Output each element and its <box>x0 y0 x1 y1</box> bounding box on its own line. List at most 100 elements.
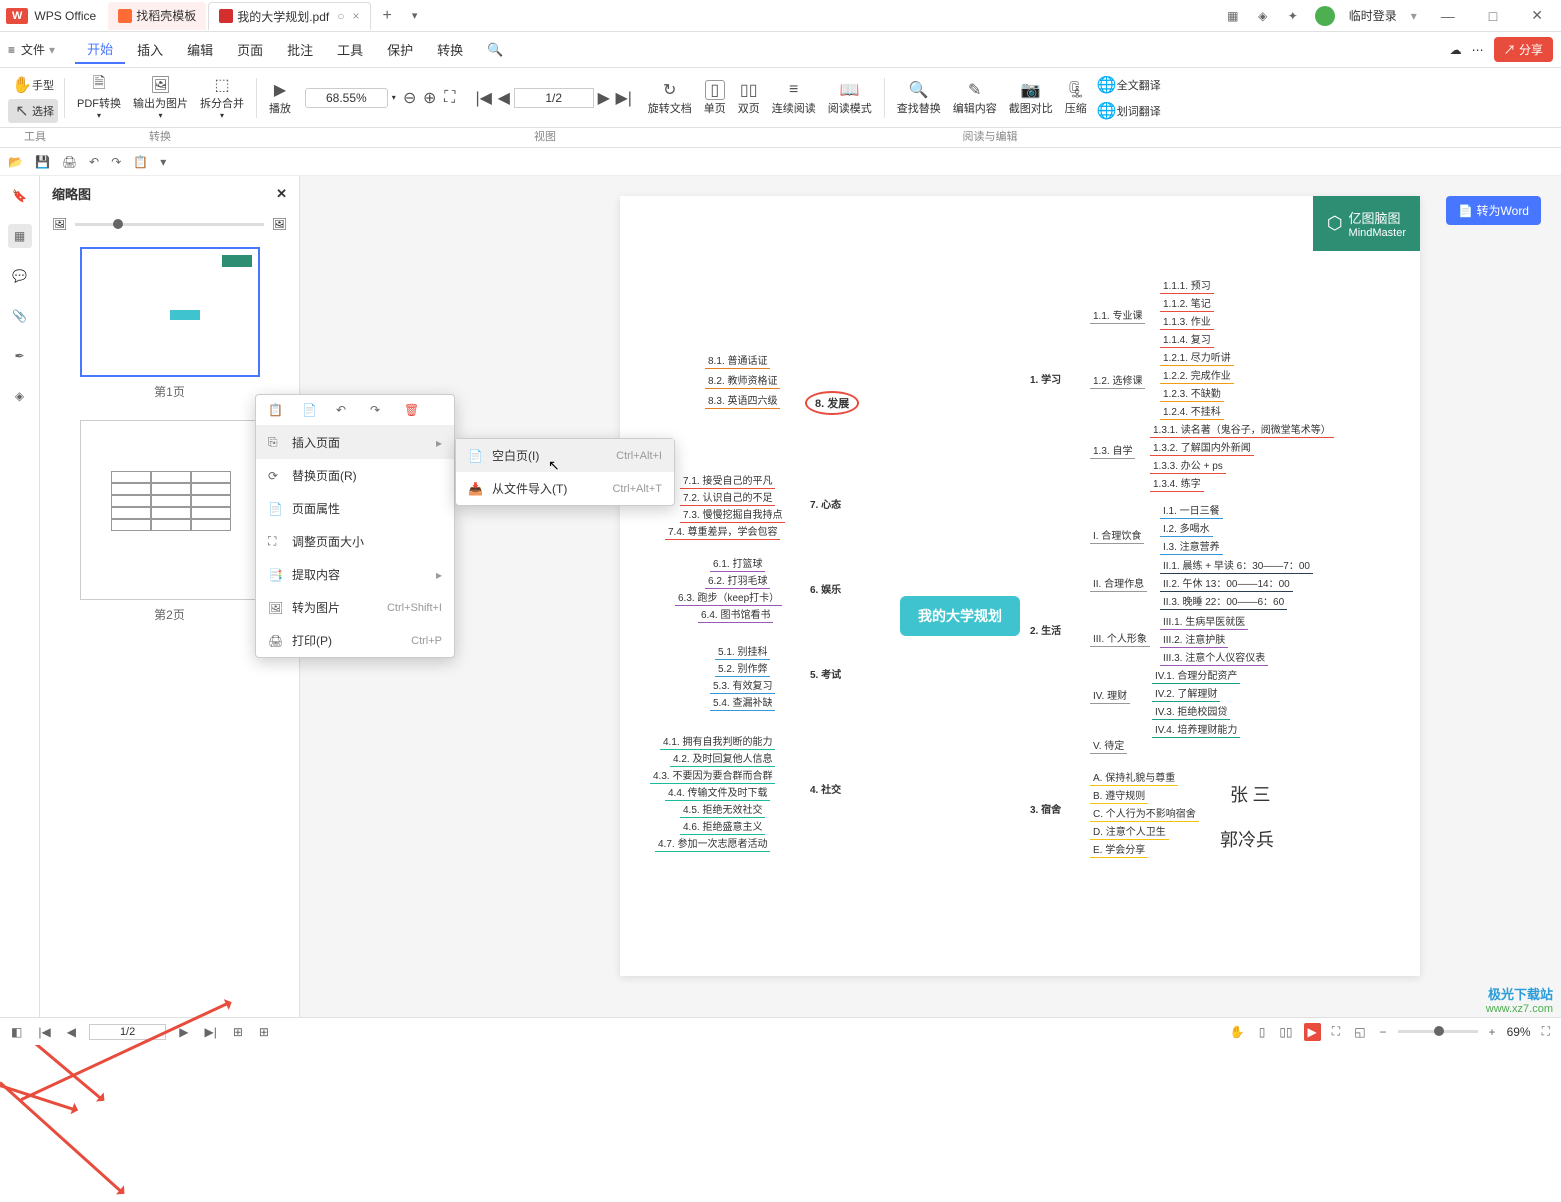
more-icon[interactable]: ⋯ <box>1472 43 1484 57</box>
full-translate-button[interactable]: 🌐全文翻译 <box>1093 73 1165 97</box>
ctx-page-properties[interactable]: 📄页面属性 <box>256 492 454 525</box>
last-page-icon[interactable]: ▶| <box>614 88 634 108</box>
panel-toggle-icon[interactable]: ◧ <box>8 1025 25 1039</box>
compress-button[interactable]: 🗜压缩 <box>1059 78 1093 118</box>
rotate-right-icon[interactable]: ↷ <box>370 403 386 417</box>
ctx-to-image[interactable]: 🖼转为图片Ctrl+Shift+I <box>256 591 454 624</box>
add-page-icon[interactable]: ⊞ <box>256 1025 272 1039</box>
thumbnail-page-1[interactable]: 第1页 <box>80 247 260 400</box>
more-icon[interactable]: ▾ <box>160 155 166 169</box>
rotate-left-icon[interactable]: ↶ <box>336 403 352 417</box>
close-icon[interactable]: × <box>352 9 359 23</box>
zoom-out-icon[interactable]: 🖼 <box>52 217 67 231</box>
layers-icon[interactable]: ◈ <box>8 384 32 408</box>
ctx-insert-page[interactable]: ⎘插入页面▸ <box>256 426 454 459</box>
menu-start[interactable]: 开始 <box>75 35 125 64</box>
avatar[interactable] <box>1315 6 1335 26</box>
fit-icon[interactable]: ◱ <box>1351 1025 1368 1039</box>
menu-page[interactable]: 页面 <box>225 36 275 63</box>
fullscreen-icon[interactable]: ⛶ <box>1539 1024 1553 1039</box>
fit-icon[interactable]: ⛶ <box>1329 1024 1343 1039</box>
copy-icon[interactable]: 📋 <box>268 403 284 417</box>
login-status[interactable]: 临时登录 <box>1349 7 1397 24</box>
zoom-in-icon[interactable]: + <box>1486 1025 1499 1039</box>
play-icon[interactable]: ▶ <box>1304 1023 1321 1041</box>
bookmark-icon[interactable]: 🔖 <box>8 184 32 208</box>
thumbnails-icon[interactable]: ▦ <box>8 224 32 248</box>
menu-protect[interactable]: 保护 <box>375 36 425 63</box>
double-page-button[interactable]: ▯▯双页 <box>732 78 766 118</box>
thumb-zoom-slider[interactable] <box>75 223 264 226</box>
continuous-button[interactable]: ≡连续阅读 <box>766 78 822 118</box>
share-button[interactable]: ↗ 分享 <box>1494 37 1553 62</box>
search-icon[interactable]: 🔍 <box>475 38 515 62</box>
open-icon[interactable]: 📂 <box>8 155 23 169</box>
rotate-button[interactable]: ↻旋转文档 <box>642 78 698 118</box>
fit-icon[interactable]: ⛶ <box>440 88 460 108</box>
redo-icon[interactable]: ↷ <box>111 155 121 169</box>
print-icon[interactable]: 🖨 <box>62 155 77 169</box>
paste-icon[interactable]: 📄 <box>302 403 318 417</box>
delete-icon[interactable]: 🗑 <box>404 403 420 417</box>
minimize-button[interactable]: — <box>1431 8 1465 24</box>
thumb-image[interactable] <box>80 247 260 377</box>
readmode-button[interactable]: 📖阅读模式 <box>822 78 878 118</box>
screenshot-button[interactable]: 📷截图对比 <box>1003 78 1059 118</box>
cube-icon[interactable]: ◈ <box>1255 8 1271 24</box>
add-page-icon[interactable]: ⊞ <box>230 1025 246 1039</box>
menu-convert[interactable]: 转换 <box>425 36 475 63</box>
attachments-icon[interactable]: 📎 <box>8 304 32 328</box>
new-tab-button[interactable]: + <box>373 7 402 25</box>
submenu-blank-page[interactable]: 📄空白页(I)Ctrl+Alt+I <box>456 439 674 472</box>
ctx-print[interactable]: 🖨打印(P)Ctrl+P <box>256 624 454 657</box>
zoom-out-icon[interactable]: − <box>1377 1025 1390 1039</box>
prev-page-icon[interactable]: ◀ <box>494 88 514 108</box>
zoom-slider[interactable] <box>1398 1030 1478 1033</box>
find-replace-button[interactable]: 🔍查找替换 <box>891 78 947 118</box>
submenu-import-file[interactable]: 📥从文件导入(T)Ctrl+Alt+T <box>456 472 674 505</box>
hand-icon[interactable]: ✋ <box>1227 1025 1248 1039</box>
pdf-convert-button[interactable]: 🗎PDF转换▾ <box>71 73 127 122</box>
document-viewer[interactable]: 📄 转为Word ⬡亿图脑图MindMaster 我的大学规划 8. 发展 8.… <box>300 176 1561 1021</box>
menu-annotate[interactable]: 批注 <box>275 36 325 63</box>
signature-icon[interactable]: ✒ <box>8 344 32 368</box>
save-icon[interactable]: 💾 <box>35 155 50 169</box>
first-page-icon[interactable]: |◀ <box>474 88 494 108</box>
menu-insert[interactable]: 插入 <box>125 36 175 63</box>
thumb-image[interactable] <box>80 420 260 600</box>
export-image-button[interactable]: 🖼输出为图片▾ <box>127 73 194 122</box>
zoom-level[interactable]: 68.55% <box>305 88 388 108</box>
page-indicator[interactable]: 1/2 <box>514 88 594 108</box>
single-page-button[interactable]: ▯单页 <box>698 78 732 118</box>
tab-menu-button[interactable]: ▾ <box>402 9 428 22</box>
file-menu[interactable]: 文件▾ <box>21 41 55 58</box>
close-icon[interactable]: ✕ <box>276 186 287 202</box>
undo-icon[interactable]: ↶ <box>89 155 99 169</box>
grid-icon[interactable]: ▦ <box>1225 8 1241 24</box>
zoom-out-icon[interactable]: ⊖ <box>400 88 420 108</box>
next-page-icon[interactable]: ▶ <box>594 88 614 108</box>
ctx-replace-page[interactable]: ⟳替换页面(R) <box>256 459 454 492</box>
menu-icon[interactable]: ≡ <box>8 43 15 57</box>
ctx-resize-page[interactable]: ⛶调整页面大小 <box>256 525 454 558</box>
tab-template[interactable]: 找稻壳模板 <box>108 2 206 30</box>
word-translate-button[interactable]: 🌐划词翻译 <box>1093 99 1165 123</box>
view-mode-icon[interactable]: ▯ <box>1256 1025 1269 1039</box>
view-mode-icon[interactable]: ▯▯ <box>1276 1025 1295 1039</box>
select-tool[interactable]: ↖选择 <box>8 99 58 123</box>
hand-tool[interactable]: ✋手型 <box>8 73 58 97</box>
last-page-icon[interactable]: ▶| <box>201 1025 219 1039</box>
maximize-button[interactable]: □ <box>1479 8 1507 24</box>
thumbnail-page-2[interactable]: 第2页 <box>80 420 260 623</box>
cloud-icon[interactable]: ☁ <box>1450 43 1462 57</box>
comments-icon[interactable]: 💬 <box>8 264 32 288</box>
paste-icon[interactable]: 📋 <box>133 155 148 169</box>
menu-edit[interactable]: 编辑 <box>175 36 225 63</box>
close-button[interactable]: ✕ <box>1521 7 1553 24</box>
split-merge-button[interactable]: ⬚拆分合并▾ <box>194 73 250 122</box>
pin-icon[interactable]: ○ <box>337 9 344 23</box>
zoom-in-icon[interactable]: ⊕ <box>420 88 440 108</box>
prev-page-icon[interactable]: ◀ <box>64 1025 79 1039</box>
zoom-in-icon[interactable]: 🖼 <box>272 217 287 231</box>
play-button[interactable]: ▶播放 <box>263 78 297 118</box>
